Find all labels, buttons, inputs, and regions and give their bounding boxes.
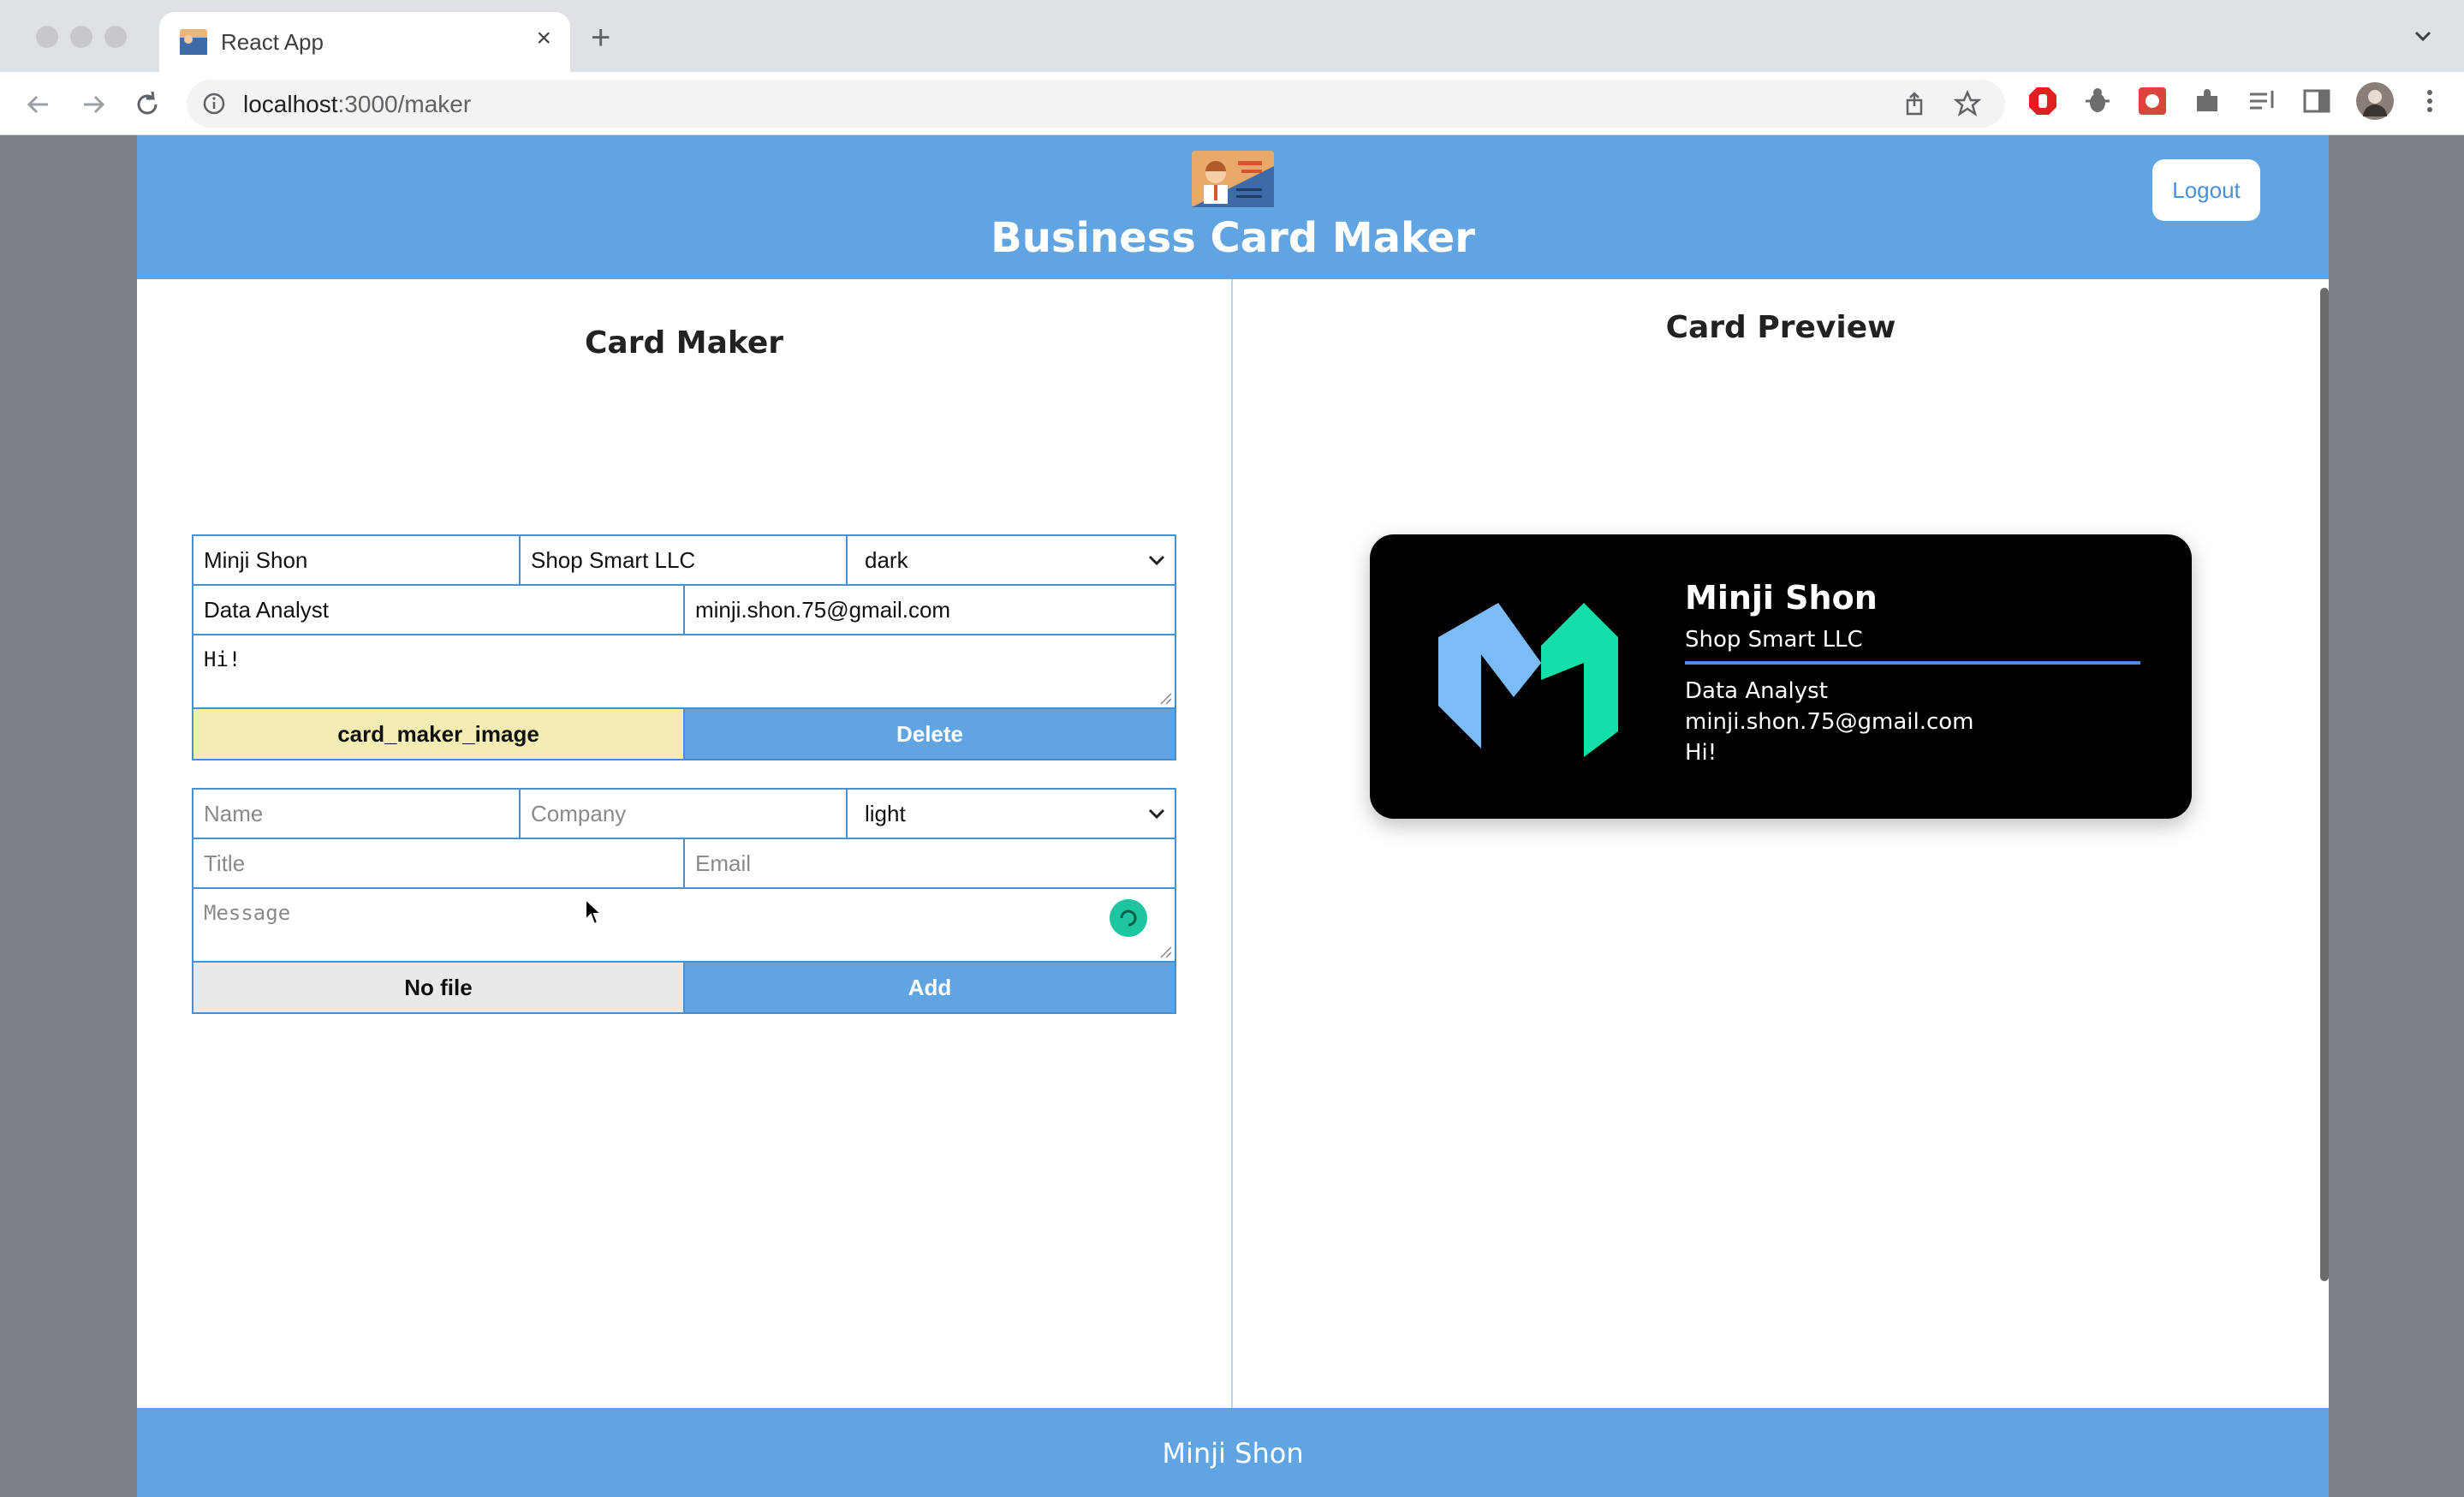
card-name: Minji Shon: [1685, 579, 1878, 617]
mouse-cursor-icon: [585, 898, 603, 926]
new-email-input[interactable]: Email: [685, 839, 1175, 887]
form-row: Message: [193, 889, 1175, 963]
browser-menu-icon[interactable]: [2414, 86, 2445, 116]
card-title: Data Analyst: [1685, 678, 1828, 704]
business-card-preview[interactable]: Minji Shon Shop Smart LLC Data Analyst m…: [1370, 534, 2192, 819]
card-message: Hi!: [1685, 740, 1717, 766]
loading-spinner-icon: [1110, 899, 1147, 937]
logout-button[interactable]: Logout: [2152, 159, 2260, 221]
delete-button[interactable]: Delete: [685, 709, 1175, 759]
new-tab-icon[interactable]: +: [591, 21, 610, 55]
card-avatar-logo-icon: [1438, 603, 1618, 757]
add-button[interactable]: Add: [685, 963, 1175, 1012]
extensions-puzzle-icon[interactable]: [2192, 86, 2223, 116]
window-minimize-button[interactable]: [70, 26, 92, 48]
adblock-extension-icon[interactable]: [2027, 86, 2058, 116]
site-info-icon[interactable]: [202, 92, 226, 116]
card-preview-section: Card Preview Minji Shon Shop Smart LLC D…: [1233, 279, 2329, 1408]
address-bar[interactable]: localhost:3000/maker: [187, 80, 2005, 128]
url-text[interactable]: localhost:3000/maker: [243, 91, 471, 118]
form-row: Hi!: [193, 635, 1175, 709]
share-icon[interactable]: [1901, 90, 1928, 117]
red-extension-icon[interactable]: [2137, 86, 2168, 116]
bookmark-star-icon[interactable]: [1954, 90, 1981, 117]
chevron-down-icon: [1148, 808, 1165, 820]
app-root: Business Card Maker Logout Card Maker Mi…: [137, 135, 2329, 1497]
bug-extension-icon[interactable]: [2082, 86, 2113, 116]
new-company-input[interactable]: Company: [521, 790, 848, 838]
new-message-textarea[interactable]: Message: [193, 889, 1175, 961]
card-add-form: Name Company light Title Email Message N…: [192, 788, 1176, 1014]
form-row: card_maker_image Delete: [193, 709, 1175, 759]
card-preview-title: Card Preview: [1665, 310, 1896, 345]
form-row: Minji Shon Shop Smart LLC dark: [193, 536, 1175, 586]
business-card-logo-icon: [1192, 151, 1274, 207]
card-divider: [1685, 661, 2140, 665]
new-title-input[interactable]: Title: [193, 839, 685, 887]
preview-scrollbar[interactable]: [2320, 288, 2329, 1281]
image-upload-button[interactable]: card_maker_image: [193, 709, 685, 759]
card-maker-title: Card Maker: [584, 325, 784, 361]
tab-favicon-icon: [180, 29, 207, 55]
new-name-input[interactable]: Name: [193, 790, 521, 838]
form-row: Title Email: [193, 839, 1175, 889]
title-input[interactable]: Data Analyst: [193, 586, 685, 634]
name-input[interactable]: Minji Shon: [193, 536, 521, 584]
footer-text: Minji Shon: [1162, 1437, 1304, 1470]
new-image-upload-button[interactable]: No file: [193, 963, 685, 1012]
app-title: Business Card Maker: [991, 214, 1475, 262]
profile-avatar[interactable]: [2356, 82, 2394, 120]
theme-select-value: dark: [865, 546, 908, 573]
message-text: Hi!: [204, 647, 241, 671]
chevron-down-icon: [1148, 555, 1165, 566]
back-arrow-icon[interactable]: [21, 87, 55, 122]
window-close-button[interactable]: [36, 26, 58, 48]
theme-select-value: light: [865, 800, 906, 826]
card-company: Shop Smart LLC: [1685, 627, 1863, 653]
resize-handle-icon[interactable]: [1159, 692, 1173, 706]
form-row: No file Add: [193, 963, 1175, 1012]
app-footer: Minji Shon: [137, 1408, 2329, 1497]
theme-select[interactable]: dark: [848, 536, 1175, 584]
new-theme-select[interactable]: light: [848, 790, 1175, 838]
email-input[interactable]: minji.shon.75@gmail.com: [685, 586, 1175, 634]
form-row: Name Company light: [193, 790, 1175, 839]
tab-search-chevron-icon[interactable]: [2409, 22, 2437, 50]
browser-tab-bar: React App × +: [0, 0, 2464, 72]
media-queue-icon[interactable]: [2247, 86, 2277, 116]
message-placeholder: Message: [204, 901, 291, 925]
forward-arrow-icon[interactable]: [77, 87, 111, 122]
message-textarea[interactable]: Hi!: [193, 635, 1175, 707]
company-input[interactable]: Shop Smart LLC: [521, 536, 848, 584]
app-header: Business Card Maker Logout: [137, 135, 2329, 279]
tab-title: React App: [221, 29, 324, 55]
card-maker-section: Card Maker Minji Shon Shop Smart LLC dar…: [137, 279, 1233, 1408]
reload-icon[interactable]: [130, 87, 164, 122]
form-row: Data Analyst minji.shon.75@gmail.com: [193, 586, 1175, 635]
browser-tab[interactable]: React App ×: [159, 12, 570, 72]
card-email: minji.shon.75@gmail.com: [1685, 709, 1974, 735]
resize-handle-icon[interactable]: [1159, 945, 1173, 959]
tab-close-icon[interactable]: ×: [536, 26, 551, 51]
window-zoom-button[interactable]: [104, 26, 127, 48]
card-edit-form: Minji Shon Shop Smart LLC dark Data Anal…: [192, 534, 1176, 760]
side-panel-icon[interactable]: [2301, 86, 2332, 116]
